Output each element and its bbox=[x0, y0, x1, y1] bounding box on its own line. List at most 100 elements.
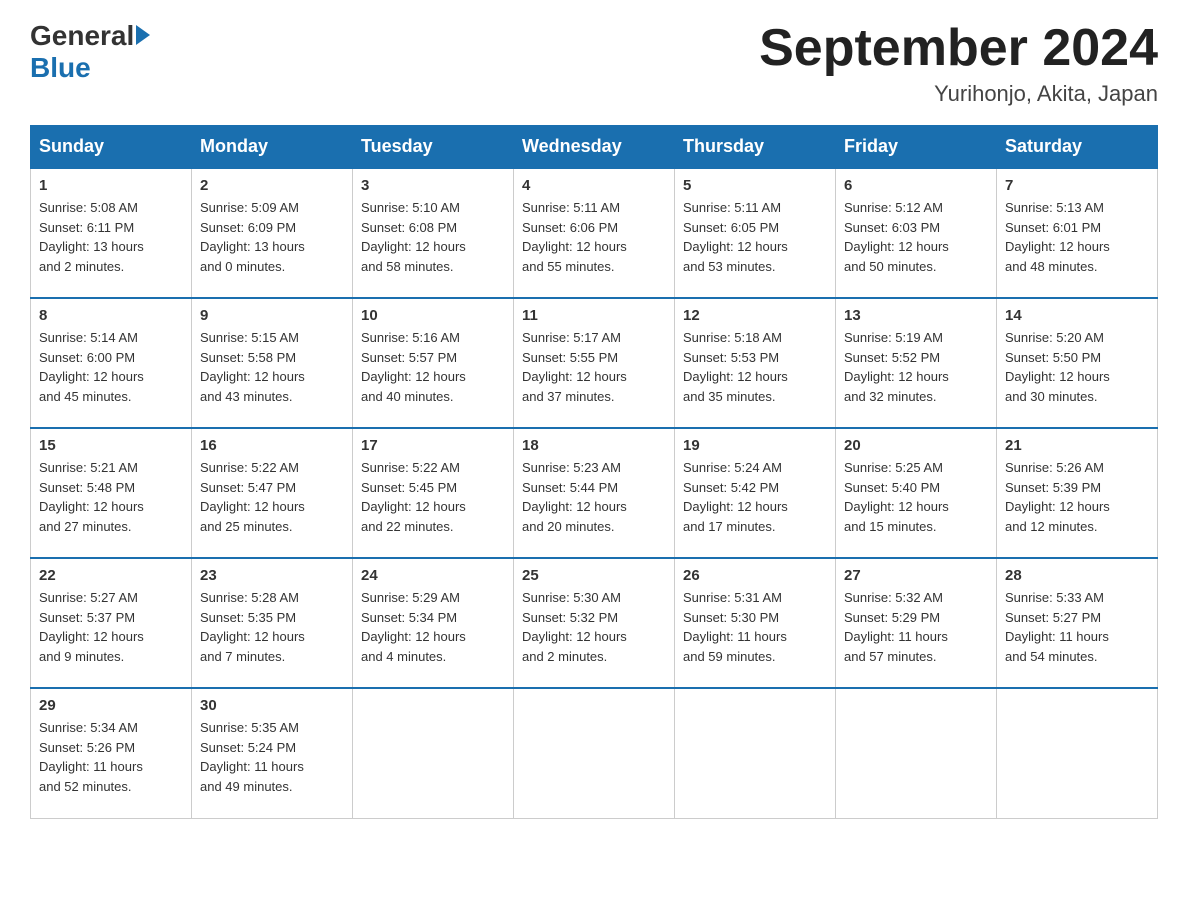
week-row-1: 1 Sunrise: 5:08 AM Sunset: 6:11 PM Daylig… bbox=[31, 168, 1158, 298]
day-number: 25 bbox=[522, 567, 666, 584]
day-info: Sunrise: 5:27 AM Sunset: 5:37 PM Dayligh… bbox=[39, 588, 183, 666]
day-number: 12 bbox=[683, 307, 827, 324]
day-info: Sunrise: 5:20 AM Sunset: 5:50 PM Dayligh… bbox=[1005, 328, 1149, 406]
day-info: Sunrise: 5:11 AM Sunset: 6:05 PM Dayligh… bbox=[683, 198, 827, 276]
day-number: 27 bbox=[844, 567, 988, 584]
day-number: 6 bbox=[844, 177, 988, 194]
day-number: 26 bbox=[683, 567, 827, 584]
week-row-2: 8 Sunrise: 5:14 AM Sunset: 6:00 PM Daylig… bbox=[31, 298, 1158, 428]
day-info: Sunrise: 5:34 AM Sunset: 5:26 PM Dayligh… bbox=[39, 718, 183, 796]
day-info: Sunrise: 5:30 AM Sunset: 5:32 PM Dayligh… bbox=[522, 588, 666, 666]
header-tuesday: Tuesday bbox=[353, 126, 514, 169]
day-info: Sunrise: 5:12 AM Sunset: 6:03 PM Dayligh… bbox=[844, 198, 988, 276]
day-number: 22 bbox=[39, 567, 183, 584]
day-cell-17: 17 Sunrise: 5:22 AM Sunset: 5:45 PM Dayli… bbox=[353, 428, 514, 558]
day-info: Sunrise: 5:10 AM Sunset: 6:08 PM Dayligh… bbox=[361, 198, 505, 276]
day-info: Sunrise: 5:33 AM Sunset: 5:27 PM Dayligh… bbox=[1005, 588, 1149, 666]
day-cell-12: 12 Sunrise: 5:18 AM Sunset: 5:53 PM Dayli… bbox=[675, 298, 836, 428]
day-number: 1 bbox=[39, 177, 183, 194]
header-wednesday: Wednesday bbox=[514, 126, 675, 169]
day-cell-22: 22 Sunrise: 5:27 AM Sunset: 5:37 PM Dayli… bbox=[31, 558, 192, 688]
logo-blue-text: Blue bbox=[30, 52, 150, 84]
day-info: Sunrise: 5:26 AM Sunset: 5:39 PM Dayligh… bbox=[1005, 458, 1149, 536]
day-info: Sunrise: 5:08 AM Sunset: 6:11 PM Dayligh… bbox=[39, 198, 183, 276]
day-number: 15 bbox=[39, 437, 183, 454]
empty-cell bbox=[675, 688, 836, 818]
day-info: Sunrise: 5:09 AM Sunset: 6:09 PM Dayligh… bbox=[200, 198, 344, 276]
week-row-3: 15 Sunrise: 5:21 AM Sunset: 5:48 PM Dayli… bbox=[31, 428, 1158, 558]
day-cell-19: 19 Sunrise: 5:24 AM Sunset: 5:42 PM Dayli… bbox=[675, 428, 836, 558]
calendar-table: SundayMondayTuesdayWednesdayThursdayFrid… bbox=[30, 125, 1158, 819]
day-cell-18: 18 Sunrise: 5:23 AM Sunset: 5:44 PM Dayli… bbox=[514, 428, 675, 558]
day-number: 2 bbox=[200, 177, 344, 194]
day-number: 14 bbox=[1005, 307, 1149, 324]
calendar-subtitle: Yurihonjo, Akita, Japan bbox=[759, 81, 1158, 107]
header-monday: Monday bbox=[192, 126, 353, 169]
day-info: Sunrise: 5:29 AM Sunset: 5:34 PM Dayligh… bbox=[361, 588, 505, 666]
day-cell-24: 24 Sunrise: 5:29 AM Sunset: 5:34 PM Dayli… bbox=[353, 558, 514, 688]
day-cell-23: 23Sunrise: 5:28 AM Sunset: 5:35 PM Dayli… bbox=[192, 558, 353, 688]
calendar-header-row: SundayMondayTuesdayWednesdayThursdayFrid… bbox=[31, 126, 1158, 169]
day-cell-16: 16 Sunrise: 5:22 AM Sunset: 5:47 PM Dayli… bbox=[192, 428, 353, 558]
day-number: 21 bbox=[1005, 437, 1149, 454]
day-number: 18 bbox=[522, 437, 666, 454]
day-cell-26: 26Sunrise: 5:31 AM Sunset: 5:30 PM Dayli… bbox=[675, 558, 836, 688]
day-info: Sunrise: 5:22 AM Sunset: 5:47 PM Dayligh… bbox=[200, 458, 344, 536]
week-row-5: 29 Sunrise: 5:34 AM Sunset: 5:26 PM Dayli… bbox=[31, 688, 1158, 818]
day-cell-5: 5 Sunrise: 5:11 AM Sunset: 6:05 PM Daylig… bbox=[675, 168, 836, 298]
day-info: Sunrise: 5:11 AM Sunset: 6:06 PM Dayligh… bbox=[522, 198, 666, 276]
day-number: 3 bbox=[361, 177, 505, 194]
day-info: Sunrise: 5:13 AM Sunset: 6:01 PM Dayligh… bbox=[1005, 198, 1149, 276]
week-row-4: 22 Sunrise: 5:27 AM Sunset: 5:37 PM Dayli… bbox=[31, 558, 1158, 688]
day-info: Sunrise: 5:35 AM Sunset: 5:24 PM Dayligh… bbox=[200, 718, 344, 796]
day-info: Sunrise: 5:23 AM Sunset: 5:44 PM Dayligh… bbox=[522, 458, 666, 536]
day-cell-4: 4 Sunrise: 5:11 AM Sunset: 6:06 PM Daylig… bbox=[514, 168, 675, 298]
day-info: Sunrise: 5:18 AM Sunset: 5:53 PM Dayligh… bbox=[683, 328, 827, 406]
logo-triangle-icon bbox=[136, 25, 150, 45]
day-info: Sunrise: 5:14 AM Sunset: 6:00 PM Dayligh… bbox=[39, 328, 183, 406]
day-cell-9: 9Sunrise: 5:15 AM Sunset: 5:58 PM Daylig… bbox=[192, 298, 353, 428]
day-cell-3: 3 Sunrise: 5:10 AM Sunset: 6:08 PM Daylig… bbox=[353, 168, 514, 298]
day-number: 28 bbox=[1005, 567, 1149, 584]
header-sunday: Sunday bbox=[31, 126, 192, 169]
day-number: 11 bbox=[522, 307, 666, 324]
day-cell-29: 29 Sunrise: 5:34 AM Sunset: 5:26 PM Dayli… bbox=[31, 688, 192, 818]
day-cell-6: 6 Sunrise: 5:12 AM Sunset: 6:03 PM Daylig… bbox=[836, 168, 997, 298]
header-thursday: Thursday bbox=[675, 126, 836, 169]
day-number: 4 bbox=[522, 177, 666, 194]
logo-general-text: General bbox=[30, 20, 134, 52]
day-info: Sunrise: 5:22 AM Sunset: 5:45 PM Dayligh… bbox=[361, 458, 505, 536]
day-cell-7: 7Sunrise: 5:13 AM Sunset: 6:01 PM Daylig… bbox=[997, 168, 1158, 298]
title-block: September 2024 Yurihonjo, Akita, Japan bbox=[759, 20, 1158, 107]
day-number: 24 bbox=[361, 567, 505, 584]
day-number: 30 bbox=[200, 697, 344, 714]
day-cell-13: 13Sunrise: 5:19 AM Sunset: 5:52 PM Dayli… bbox=[836, 298, 997, 428]
day-number: 17 bbox=[361, 437, 505, 454]
day-number: 23 bbox=[200, 567, 344, 584]
day-number: 9 bbox=[200, 307, 344, 324]
day-info: Sunrise: 5:24 AM Sunset: 5:42 PM Dayligh… bbox=[683, 458, 827, 536]
day-cell-10: 10Sunrise: 5:16 AM Sunset: 5:57 PM Dayli… bbox=[353, 298, 514, 428]
day-info: Sunrise: 5:21 AM Sunset: 5:48 PM Dayligh… bbox=[39, 458, 183, 536]
page-header: General Blue September 2024 Yurihonjo, A… bbox=[30, 20, 1158, 107]
day-number: 8 bbox=[39, 307, 183, 324]
day-number: 16 bbox=[200, 437, 344, 454]
day-cell-28: 28 Sunrise: 5:33 AM Sunset: 5:27 PM Dayli… bbox=[997, 558, 1158, 688]
day-cell-14: 14 Sunrise: 5:20 AM Sunset: 5:50 PM Dayli… bbox=[997, 298, 1158, 428]
empty-cell bbox=[353, 688, 514, 818]
day-number: 19 bbox=[683, 437, 827, 454]
day-cell-11: 11 Sunrise: 5:17 AM Sunset: 5:55 PM Dayli… bbox=[514, 298, 675, 428]
day-info: Sunrise: 5:32 AM Sunset: 5:29 PM Dayligh… bbox=[844, 588, 988, 666]
day-info: Sunrise: 5:19 AM Sunset: 5:52 PM Dayligh… bbox=[844, 328, 988, 406]
calendar-title: September 2024 bbox=[759, 20, 1158, 77]
day-number: 29 bbox=[39, 697, 183, 714]
day-cell-30: 30 Sunrise: 5:35 AM Sunset: 5:24 PM Dayli… bbox=[192, 688, 353, 818]
day-number: 20 bbox=[844, 437, 988, 454]
day-info: Sunrise: 5:17 AM Sunset: 5:55 PM Dayligh… bbox=[522, 328, 666, 406]
day-cell-25: 25 Sunrise: 5:30 AM Sunset: 5:32 PM Dayli… bbox=[514, 558, 675, 688]
day-info: Sunrise: 5:16 AM Sunset: 5:57 PM Dayligh… bbox=[361, 328, 505, 406]
day-number: 5 bbox=[683, 177, 827, 194]
day-cell-20: 20 Sunrise: 5:25 AM Sunset: 5:40 PM Dayli… bbox=[836, 428, 997, 558]
day-info: Sunrise: 5:25 AM Sunset: 5:40 PM Dayligh… bbox=[844, 458, 988, 536]
day-cell-8: 8 Sunrise: 5:14 AM Sunset: 6:00 PM Daylig… bbox=[31, 298, 192, 428]
